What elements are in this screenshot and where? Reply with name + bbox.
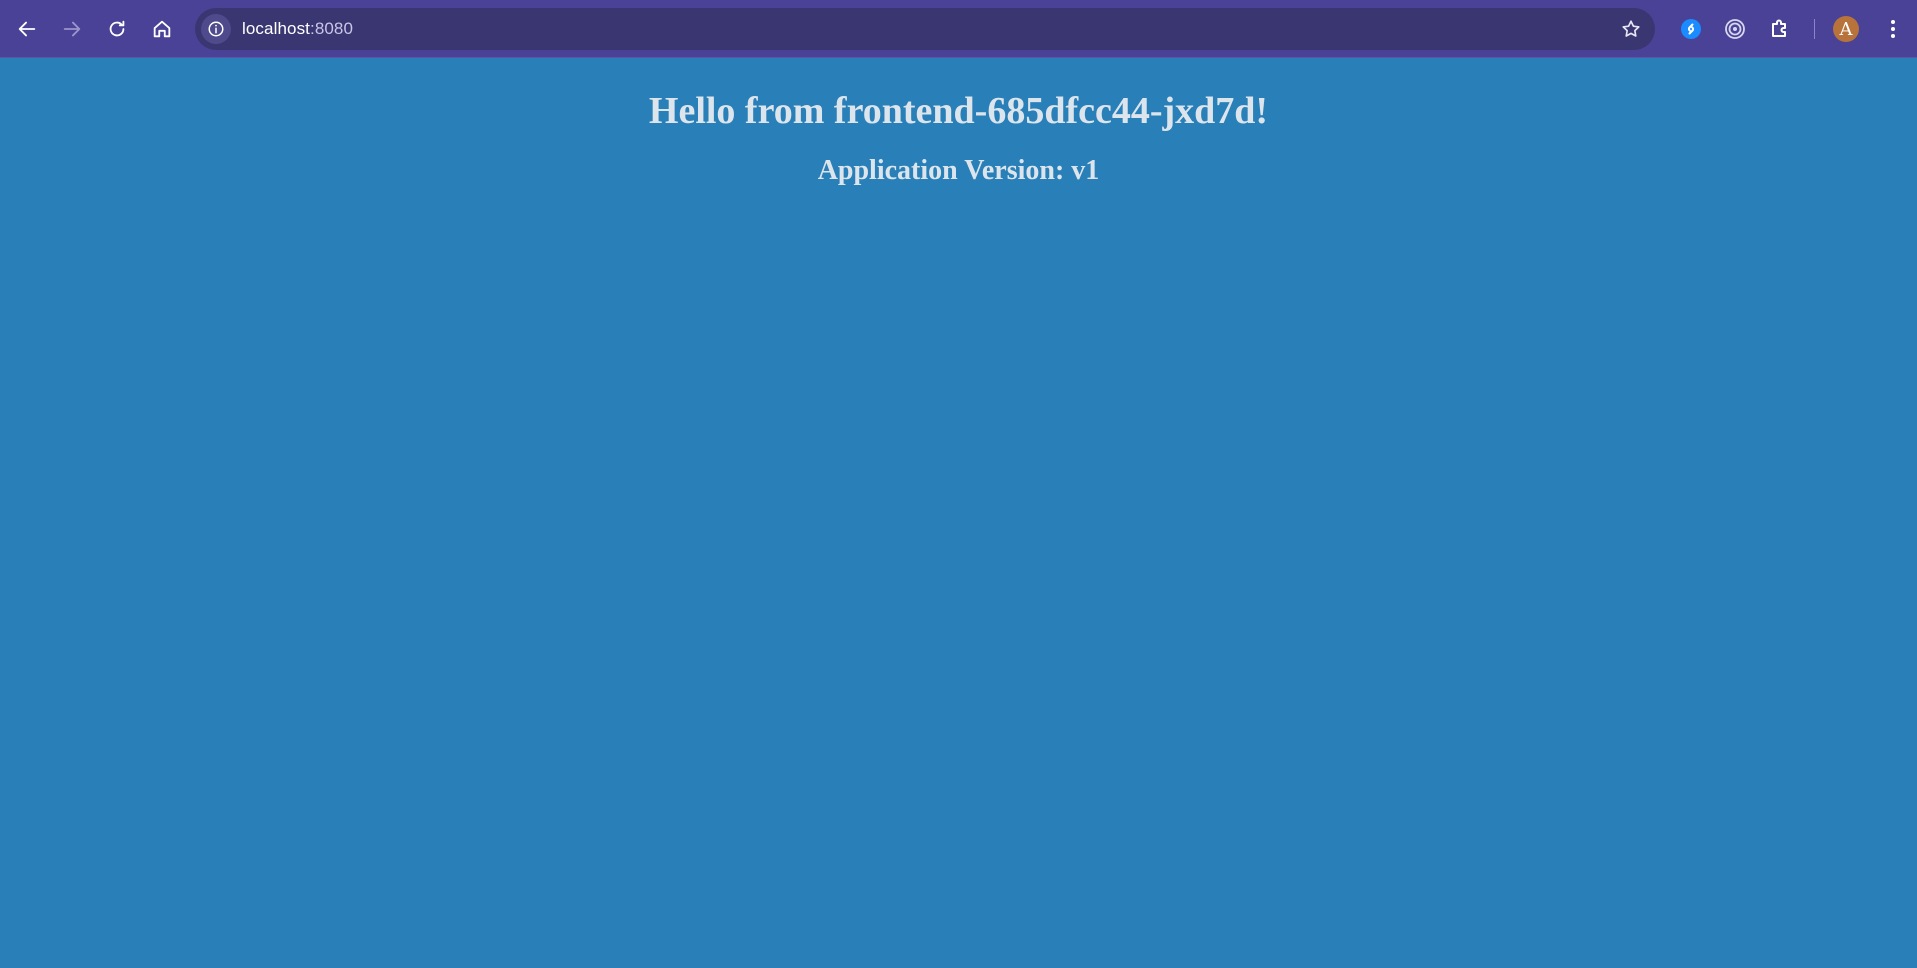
home-button[interactable] — [142, 9, 182, 49]
page-content: Hello from frontend-685dfcc44-jxd7d! App… — [0, 58, 1917, 968]
target-icon — [1725, 19, 1745, 39]
reload-button[interactable] — [97, 9, 137, 49]
shazam-icon — [1681, 19, 1701, 39]
avatar-letter: A — [1839, 18, 1853, 40]
toolbar-divider — [1814, 19, 1815, 39]
url-text: localhost:8080 — [242, 19, 353, 39]
forward-button[interactable] — [52, 9, 92, 49]
page-heading: Hello from frontend-685dfcc44-jxd7d! — [648, 90, 1269, 132]
browser-toolbar: localhost:8080 A — [0, 0, 1917, 58]
kebab-menu-icon — [1891, 20, 1895, 38]
reload-icon — [109, 20, 125, 37]
star-icon — [1622, 20, 1640, 37]
shazam-extension-button[interactable] — [1676, 14, 1706, 44]
target-extension-button[interactable] — [1720, 14, 1750, 44]
bookmark-button[interactable] — [1619, 17, 1643, 41]
arrow-left-icon — [18, 21, 36, 37]
back-button[interactable] — [7, 9, 47, 49]
profile-avatar[interactable]: A — [1833, 16, 1859, 42]
site-info-button[interactable] — [201, 14, 231, 44]
url-host: localhost — [242, 19, 310, 38]
info-icon — [208, 21, 224, 37]
browser-menu-button[interactable] — [1881, 14, 1905, 44]
extensions-button[interactable] — [1765, 14, 1795, 44]
url-port: :8080 — [310, 19, 354, 38]
puzzle-icon — [1772, 19, 1786, 37]
home-icon — [153, 20, 171, 38]
browser-window: localhost:8080 A Hello from frontend-685… — [0, 0, 1917, 968]
app-version-heading: Application Version: v1 — [817, 155, 1100, 186]
arrow-right-icon — [63, 21, 81, 37]
address-bar[interactable]: localhost:8080 — [195, 8, 1655, 50]
